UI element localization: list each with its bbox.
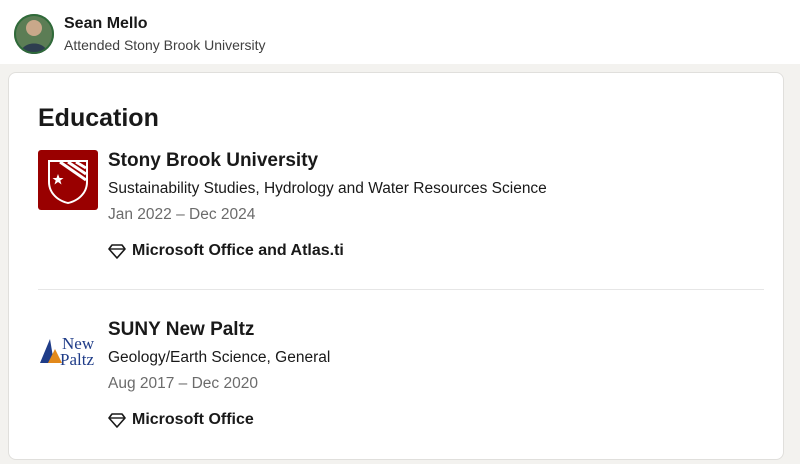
skills-row[interactable]: Microsoft Office — [108, 409, 254, 431]
new-paltz-logo[interactable]: New Paltz — [38, 319, 98, 379]
profile-name[interactable]: Sean Mello — [64, 15, 148, 33]
avatar[interactable] — [14, 14, 54, 54]
dates: Aug 2017 – Dec 2020 — [108, 375, 258, 392]
degree: Geology/Earth Science, General — [108, 349, 331, 366]
profile-header: Sean Mello Attended Stony Brook Universi… — [0, 0, 800, 64]
degree: Sustainability Studies, Hydrology and Wa… — [108, 180, 547, 197]
profile-subtitle: Attended Stony Brook University — [64, 37, 266, 53]
skills-row[interactable]: Microsoft Office and Atlas.ti — [108, 240, 344, 262]
dates: Jan 2022 – Dec 2024 — [108, 206, 256, 223]
skill-label: Microsoft Office and Atlas.ti — [132, 242, 344, 259]
education-card: Education Stony Brook University Sustain… — [8, 72, 784, 460]
logo-text-bottom: Paltz — [60, 350, 94, 369]
school-name[interactable]: Stony Brook University — [108, 150, 318, 172]
divider — [38, 289, 764, 290]
school-name[interactable]: SUNY New Paltz — [108, 319, 254, 341]
diamond-icon — [108, 413, 126, 428]
stony-brook-logo-icon — [38, 150, 98, 210]
avatar-image — [14, 14, 54, 54]
section-title: Education — [38, 104, 159, 132]
skill-label: Microsoft Office — [132, 411, 254, 428]
stony-brook-logo[interactable] — [38, 150, 98, 210]
diamond-icon — [108, 244, 126, 259]
new-paltz-logo-icon: New Paltz — [38, 319, 98, 379]
